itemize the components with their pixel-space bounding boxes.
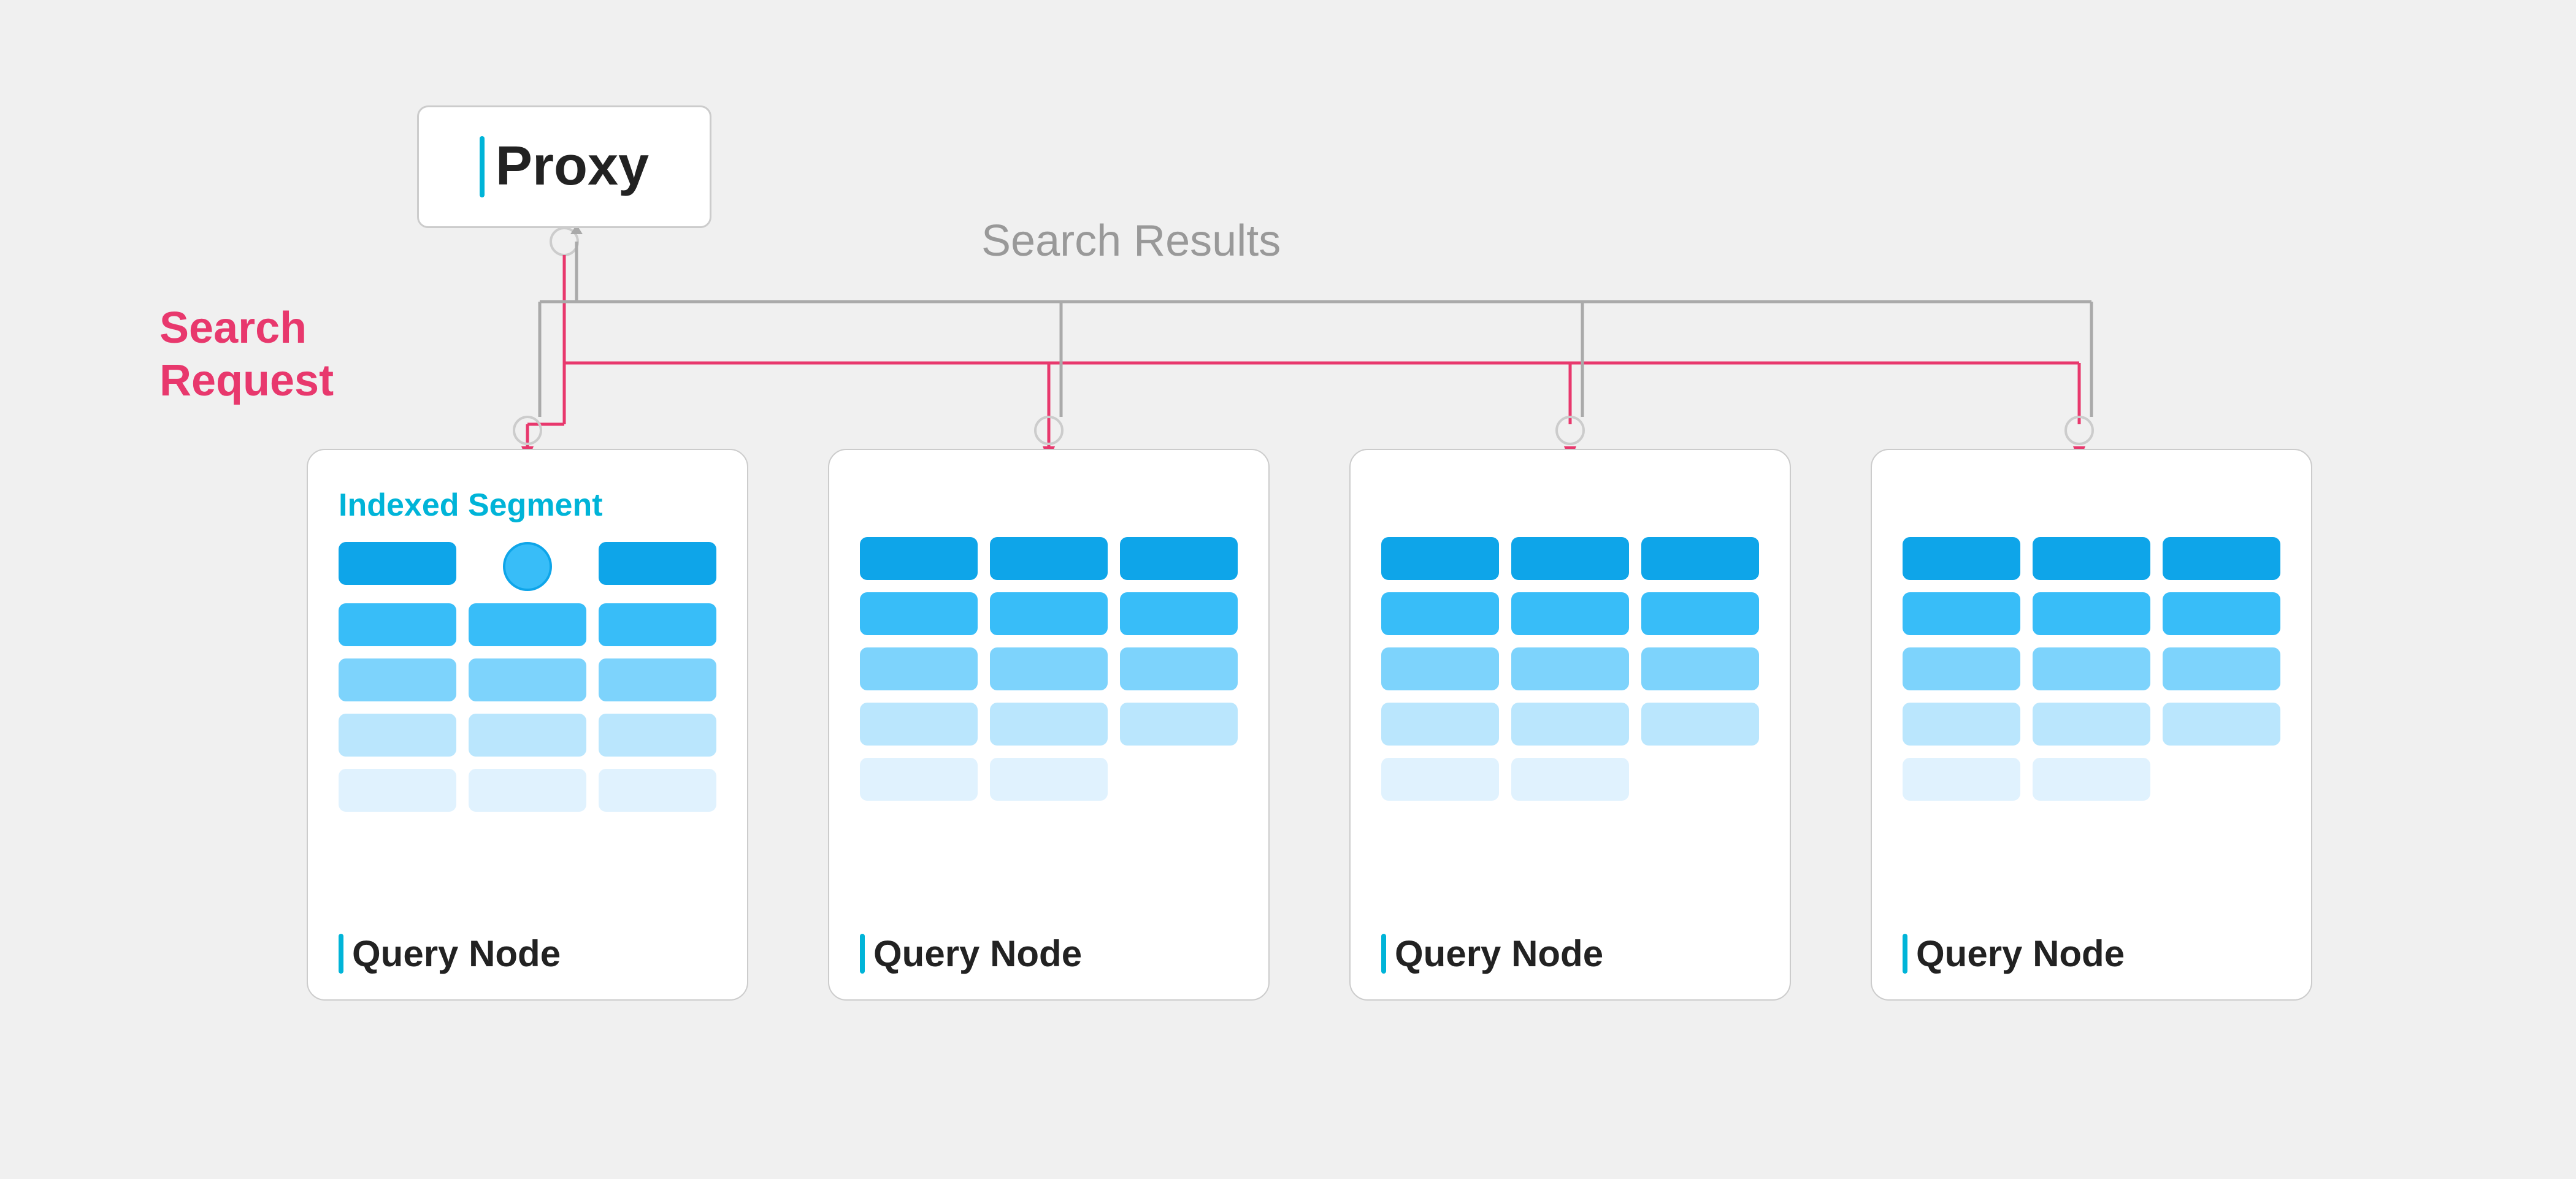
highlighted-segment-cell bbox=[503, 542, 552, 591]
data-cell bbox=[1381, 537, 1499, 580]
data-cell bbox=[2033, 758, 2150, 801]
data-cell bbox=[1120, 703, 1238, 746]
search-results-label: Search Results bbox=[981, 216, 1281, 266]
data-grid-4 bbox=[1903, 537, 2280, 801]
data-cell bbox=[1903, 647, 2020, 690]
indexed-segment-label: Indexed Segment bbox=[339, 487, 716, 524]
data-cell bbox=[339, 603, 456, 646]
data-cell bbox=[339, 658, 456, 701]
data-cell bbox=[2163, 592, 2280, 635]
data-cell bbox=[2163, 647, 2280, 690]
data-cell bbox=[990, 592, 1108, 635]
data-cell bbox=[2163, 703, 2280, 746]
data-cell bbox=[860, 537, 978, 580]
data-cell bbox=[2163, 537, 2280, 580]
data-cell bbox=[599, 542, 716, 585]
data-cell bbox=[1511, 537, 1629, 580]
data-cell bbox=[469, 658, 586, 701]
data-cell bbox=[469, 769, 586, 812]
data-cell bbox=[990, 758, 1108, 801]
data-cell bbox=[2033, 703, 2150, 746]
node-label-bar-icon bbox=[1903, 934, 1907, 974]
data-cell bbox=[1641, 592, 1759, 635]
data-cell bbox=[860, 647, 978, 690]
data-cell bbox=[1641, 647, 1759, 690]
data-cell bbox=[1120, 647, 1238, 690]
proxy-label: Proxy bbox=[496, 135, 649, 198]
diagram: Proxy SearchRequest Search Results Index… bbox=[123, 69, 2453, 1111]
data-cell bbox=[1511, 592, 1629, 635]
data-cell-empty bbox=[1120, 758, 1238, 801]
data-cell bbox=[1120, 537, 1238, 580]
data-cell bbox=[2033, 537, 2150, 580]
data-cell bbox=[1903, 592, 2020, 635]
data-cell bbox=[1511, 703, 1629, 746]
node-label-1: Query Node bbox=[339, 933, 561, 975]
proxy-box: Proxy bbox=[417, 105, 711, 228]
data-cell bbox=[339, 542, 456, 585]
data-cell bbox=[339, 769, 456, 812]
data-cell bbox=[469, 603, 586, 646]
data-cell bbox=[990, 647, 1108, 690]
data-cell bbox=[860, 592, 978, 635]
node-label-bar-icon bbox=[1381, 934, 1386, 974]
data-grid-3 bbox=[1381, 537, 1759, 801]
node-label-4: Query Node bbox=[1903, 933, 2125, 975]
data-cell bbox=[599, 769, 716, 812]
data-cell bbox=[1381, 703, 1499, 746]
data-cell bbox=[1903, 703, 2020, 746]
data-cell bbox=[1641, 703, 1759, 746]
data-cell bbox=[1120, 592, 1238, 635]
data-cell bbox=[1381, 758, 1499, 801]
data-cell bbox=[469, 714, 586, 757]
data-cell bbox=[860, 703, 978, 746]
data-grid-1 bbox=[339, 542, 716, 812]
node-label-bar-icon bbox=[339, 934, 343, 974]
data-cell bbox=[1641, 537, 1759, 580]
data-cell bbox=[1903, 537, 2020, 580]
data-cell-empty bbox=[1641, 758, 1759, 801]
data-cell bbox=[1381, 647, 1499, 690]
data-cell bbox=[599, 603, 716, 646]
data-cell bbox=[990, 537, 1108, 580]
proxy-cursor-icon bbox=[480, 136, 485, 197]
node-label-bar-icon bbox=[860, 934, 865, 974]
search-request-label: SearchRequest bbox=[159, 302, 334, 408]
data-cell bbox=[2033, 647, 2150, 690]
data-cell bbox=[1511, 758, 1629, 801]
data-cell bbox=[990, 703, 1108, 746]
data-cell bbox=[1381, 592, 1499, 635]
query-node-card-4: Query Node bbox=[1871, 449, 2312, 1001]
data-cell bbox=[339, 714, 456, 757]
query-node-card-3: Query Node bbox=[1349, 449, 1791, 1001]
data-cell bbox=[599, 658, 716, 701]
data-grid-2 bbox=[860, 537, 1238, 801]
data-cell-empty bbox=[2163, 758, 2280, 801]
node-label-3: Query Node bbox=[1381, 933, 1603, 975]
data-cell bbox=[1511, 647, 1629, 690]
query-node-card-1: Indexed Segment Query Node bbox=[307, 449, 748, 1001]
data-cell bbox=[2033, 592, 2150, 635]
node-label-2: Query Node bbox=[860, 933, 1082, 975]
data-cell bbox=[860, 758, 978, 801]
query-node-card-2: Query Node bbox=[828, 449, 1270, 1001]
data-cell bbox=[599, 714, 716, 757]
data-cell bbox=[1903, 758, 2020, 801]
